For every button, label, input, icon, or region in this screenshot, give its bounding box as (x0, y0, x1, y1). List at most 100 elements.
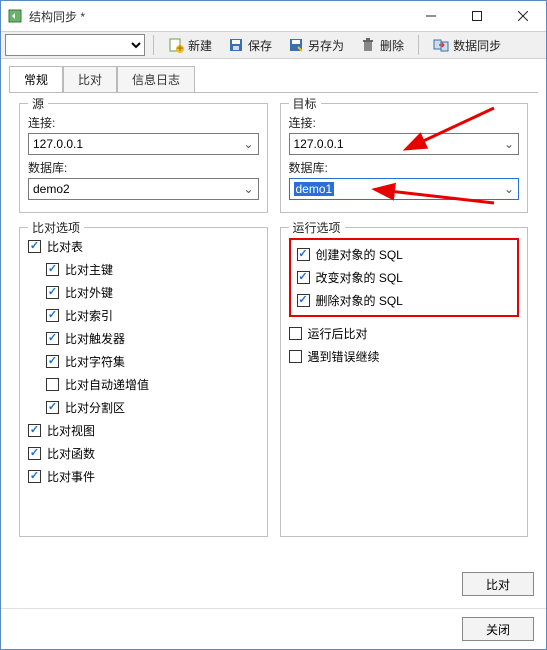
compare-option-label: 比对触发器 (65, 330, 125, 347)
run-option-label: 遇到错误继续 (308, 348, 380, 365)
target-database-label: 数据库: (289, 159, 520, 176)
target-database-select[interactable]: demo1 ⌄ (289, 178, 520, 200)
toolbar-separator (418, 35, 419, 55)
compare-option-row[interactable]: 比对外键 (28, 284, 259, 301)
run-option-row[interactable]: 删除对象的 SQL (297, 292, 512, 309)
save-button[interactable]: 保存 (222, 35, 278, 56)
compare-options-title: 比对选项 (28, 219, 84, 236)
svg-text:+: + (176, 41, 183, 53)
tab-general[interactable]: 常规 (9, 66, 63, 93)
checkbox[interactable] (46, 332, 59, 345)
compare-option-label: 比对索引 (65, 307, 113, 324)
checkbox[interactable] (297, 294, 310, 307)
checkbox[interactable] (297, 271, 310, 284)
sync-label: 数据同步 (453, 37, 501, 54)
checkbox[interactable] (46, 309, 59, 322)
close-dialog-button[interactable]: 关闭 (462, 617, 534, 641)
new-label: 新建 (188, 37, 212, 54)
save-label: 保存 (248, 37, 272, 54)
checkbox[interactable] (46, 355, 59, 368)
tab-log[interactable]: 信息日志 (117, 66, 195, 93)
run-option-label: 创建对象的 SQL (316, 246, 403, 263)
checkbox[interactable] (46, 263, 59, 276)
source-connection-select[interactable]: 127.0.0.1 ⌄ (28, 133, 259, 155)
run-option-row[interactable]: 改变对象的 SQL (297, 269, 512, 286)
save-as-label: 另存为 (308, 37, 344, 54)
target-connection-label: 连接: (289, 114, 520, 131)
source-database-label: 数据库: (28, 159, 259, 176)
delete-button[interactable]: 删除 (354, 35, 410, 56)
source-database-select[interactable]: demo2 ⌄ (28, 178, 259, 200)
checkbox[interactable] (289, 327, 302, 340)
source-connection-value: 127.0.0.1 (33, 137, 83, 151)
compare-option-row[interactable]: 比对触发器 (28, 330, 259, 347)
new-icon: + (168, 37, 184, 53)
maximize-button[interactable] (454, 1, 500, 31)
save-as-button[interactable]: 另存为 (282, 35, 350, 56)
target-database-value: demo1 (294, 182, 335, 196)
app-icon (7, 8, 23, 24)
delete-label: 删除 (380, 37, 404, 54)
save-icon (228, 37, 244, 53)
minimize-button[interactable] (408, 1, 454, 31)
toolbar: + 新建 保存 另存为 删除 数据同步 (1, 31, 546, 59)
save-as-icon (288, 37, 304, 53)
checkbox[interactable] (46, 401, 59, 414)
compare-option-label: 比对分割区 (65, 399, 125, 416)
window-buttons (408, 1, 546, 31)
compare-option-row[interactable]: 比对自动递增值 (28, 376, 259, 393)
run-option-row[interactable]: 运行后比对 (289, 325, 520, 342)
checkbox[interactable] (46, 286, 59, 299)
profile-select[interactable] (5, 34, 145, 56)
run-option-row[interactable]: 创建对象的 SQL (297, 246, 512, 263)
checkbox[interactable] (28, 240, 41, 253)
close-button[interactable] (500, 1, 546, 31)
checkbox[interactable] (297, 248, 310, 261)
run-option-label: 运行后比对 (308, 325, 368, 342)
toolbar-separator (153, 35, 154, 55)
run-options-group: 运行选项 创建对象的 SQL改变对象的 SQL删除对象的 SQL 运行后比对遇到… (280, 227, 529, 537)
checkbox[interactable] (46, 378, 59, 391)
window-title: 结构同步 * (29, 8, 408, 25)
chevron-down-icon: ⌄ (243, 182, 253, 196)
run-options-title: 运行选项 (289, 219, 345, 236)
source-group: 源 连接: 127.0.0.1 ⌄ 数据库: demo2 ⌄ (19, 103, 268, 213)
checkbox[interactable] (289, 350, 302, 363)
checkbox[interactable] (28, 424, 41, 437)
source-connection-label: 连接: (28, 114, 259, 131)
compare-option-row[interactable]: 比对字符集 (28, 353, 259, 370)
target-group-title: 目标 (289, 95, 321, 112)
tab-strip: 常规 比对 信息日志 (1, 59, 546, 92)
compare-option-row[interactable]: 比对事件 (28, 468, 259, 485)
chevron-down-icon: ⌄ (504, 182, 514, 196)
compare-option-label: 比对事件 (47, 468, 95, 485)
compare-option-row[interactable]: 比对视图 (28, 422, 259, 439)
compare-option-row[interactable]: 比对分割区 (28, 399, 259, 416)
tab-content: 源 连接: 127.0.0.1 ⌄ 数据库: demo2 ⌄ (9, 92, 538, 600)
tab-compare[interactable]: 比对 (63, 66, 117, 93)
compare-option-row[interactable]: 比对索引 (28, 307, 259, 324)
checkbox[interactable] (28, 447, 41, 460)
compare-button[interactable]: 比对 (462, 572, 534, 596)
run-option-label: 删除对象的 SQL (316, 292, 403, 309)
target-group: 目标 连接: 127.0.0.1 ⌄ 数据库: demo1 ⌄ (280, 103, 529, 213)
target-connection-select[interactable]: 127.0.0.1 ⌄ (289, 133, 520, 155)
source-database-value: demo2 (33, 182, 70, 196)
compare-option-label: 比对主键 (65, 261, 113, 278)
window-frame: 结构同步 * + 新建 保存 另存为 删除 数据同步 (0, 0, 547, 650)
compare-option-row[interactable]: 比对函数 (28, 445, 259, 462)
compare-option-label: 比对表 (47, 238, 83, 255)
compare-option-label: 比对视图 (47, 422, 95, 439)
compare-option-row[interactable]: 比对表 (28, 238, 259, 255)
data-sync-button[interactable]: 数据同步 (427, 35, 507, 56)
chevron-down-icon: ⌄ (243, 137, 253, 151)
compare-option-row[interactable]: 比对主键 (28, 261, 259, 278)
chevron-down-icon: ⌄ (504, 137, 514, 151)
new-button[interactable]: + 新建 (162, 35, 218, 56)
compare-option-label: 比对外键 (65, 284, 113, 301)
source-group-title: 源 (28, 95, 48, 112)
checkbox[interactable] (28, 470, 41, 483)
run-option-label: 改变对象的 SQL (316, 269, 403, 286)
run-option-row[interactable]: 遇到错误继续 (289, 348, 520, 365)
delete-icon (360, 37, 376, 53)
